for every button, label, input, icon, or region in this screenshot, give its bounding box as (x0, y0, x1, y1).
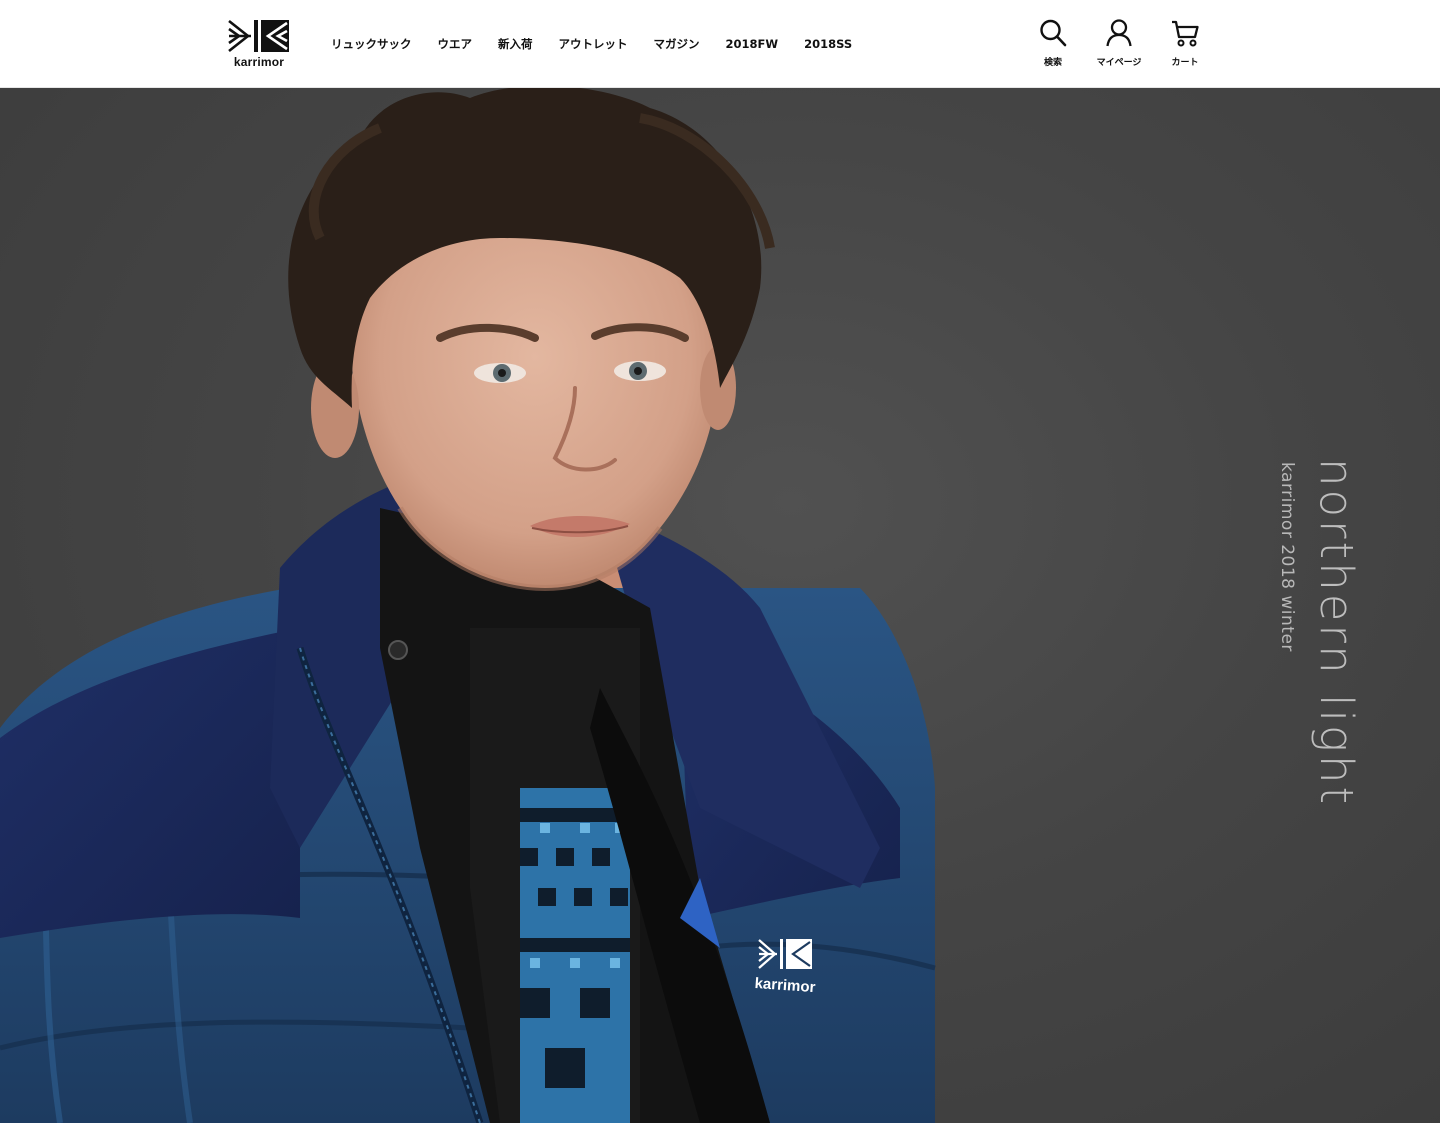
search-button[interactable]: 検索 (1020, 18, 1086, 70)
mypage-button[interactable]: マイページ (1086, 18, 1152, 70)
search-label: 検索 (1043, 58, 1062, 68)
cart-label: カート (1171, 58, 1199, 68)
cart-icon (1172, 20, 1199, 47)
nav-item-2018ss[interactable]: 2018SS (791, 33, 865, 55)
header-tools: 検索 マイページ カート (1020, 18, 1218, 70)
nav-item-wear[interactable]: ウエア (425, 33, 486, 55)
hero-banner[interactable]: karrimor northern light karrimor 2018 wi… (0, 88, 1440, 1123)
cart-button[interactable]: カート (1152, 18, 1218, 70)
logo-wordmark: karrimor (233, 55, 285, 69)
mypage-label: マイページ (1096, 58, 1142, 68)
hero-title: northern light (1310, 458, 1363, 808)
karrimor-logo[interactable]: karrimor (226, 18, 292, 72)
nav-item-2018fw[interactable]: 2018FW (713, 33, 792, 55)
nav-item-new-arrivals[interactable]: 新入荷 (485, 33, 546, 55)
hero-subtitle: karrimor 2018 winter (1277, 462, 1297, 652)
site-header: karrimor リュックサック ウエア 新入荷 アウトレット マガジン 201… (0, 0, 1440, 88)
main-nav: リュックサック ウエア 新入荷 アウトレット マガジン 2018FW 2018S… (318, 33, 865, 55)
hero-model-photo: karrimor (0, 88, 936, 1123)
nav-item-rucksack[interactable]: リュックサック (318, 33, 425, 55)
nav-item-outlet[interactable]: アウトレット (546, 33, 641, 55)
nav-item-magazine[interactable]: マガジン (641, 33, 713, 55)
karrimor-logo-icon (228, 19, 289, 53)
search-icon (1040, 19, 1067, 47)
user-icon (1106, 19, 1132, 47)
